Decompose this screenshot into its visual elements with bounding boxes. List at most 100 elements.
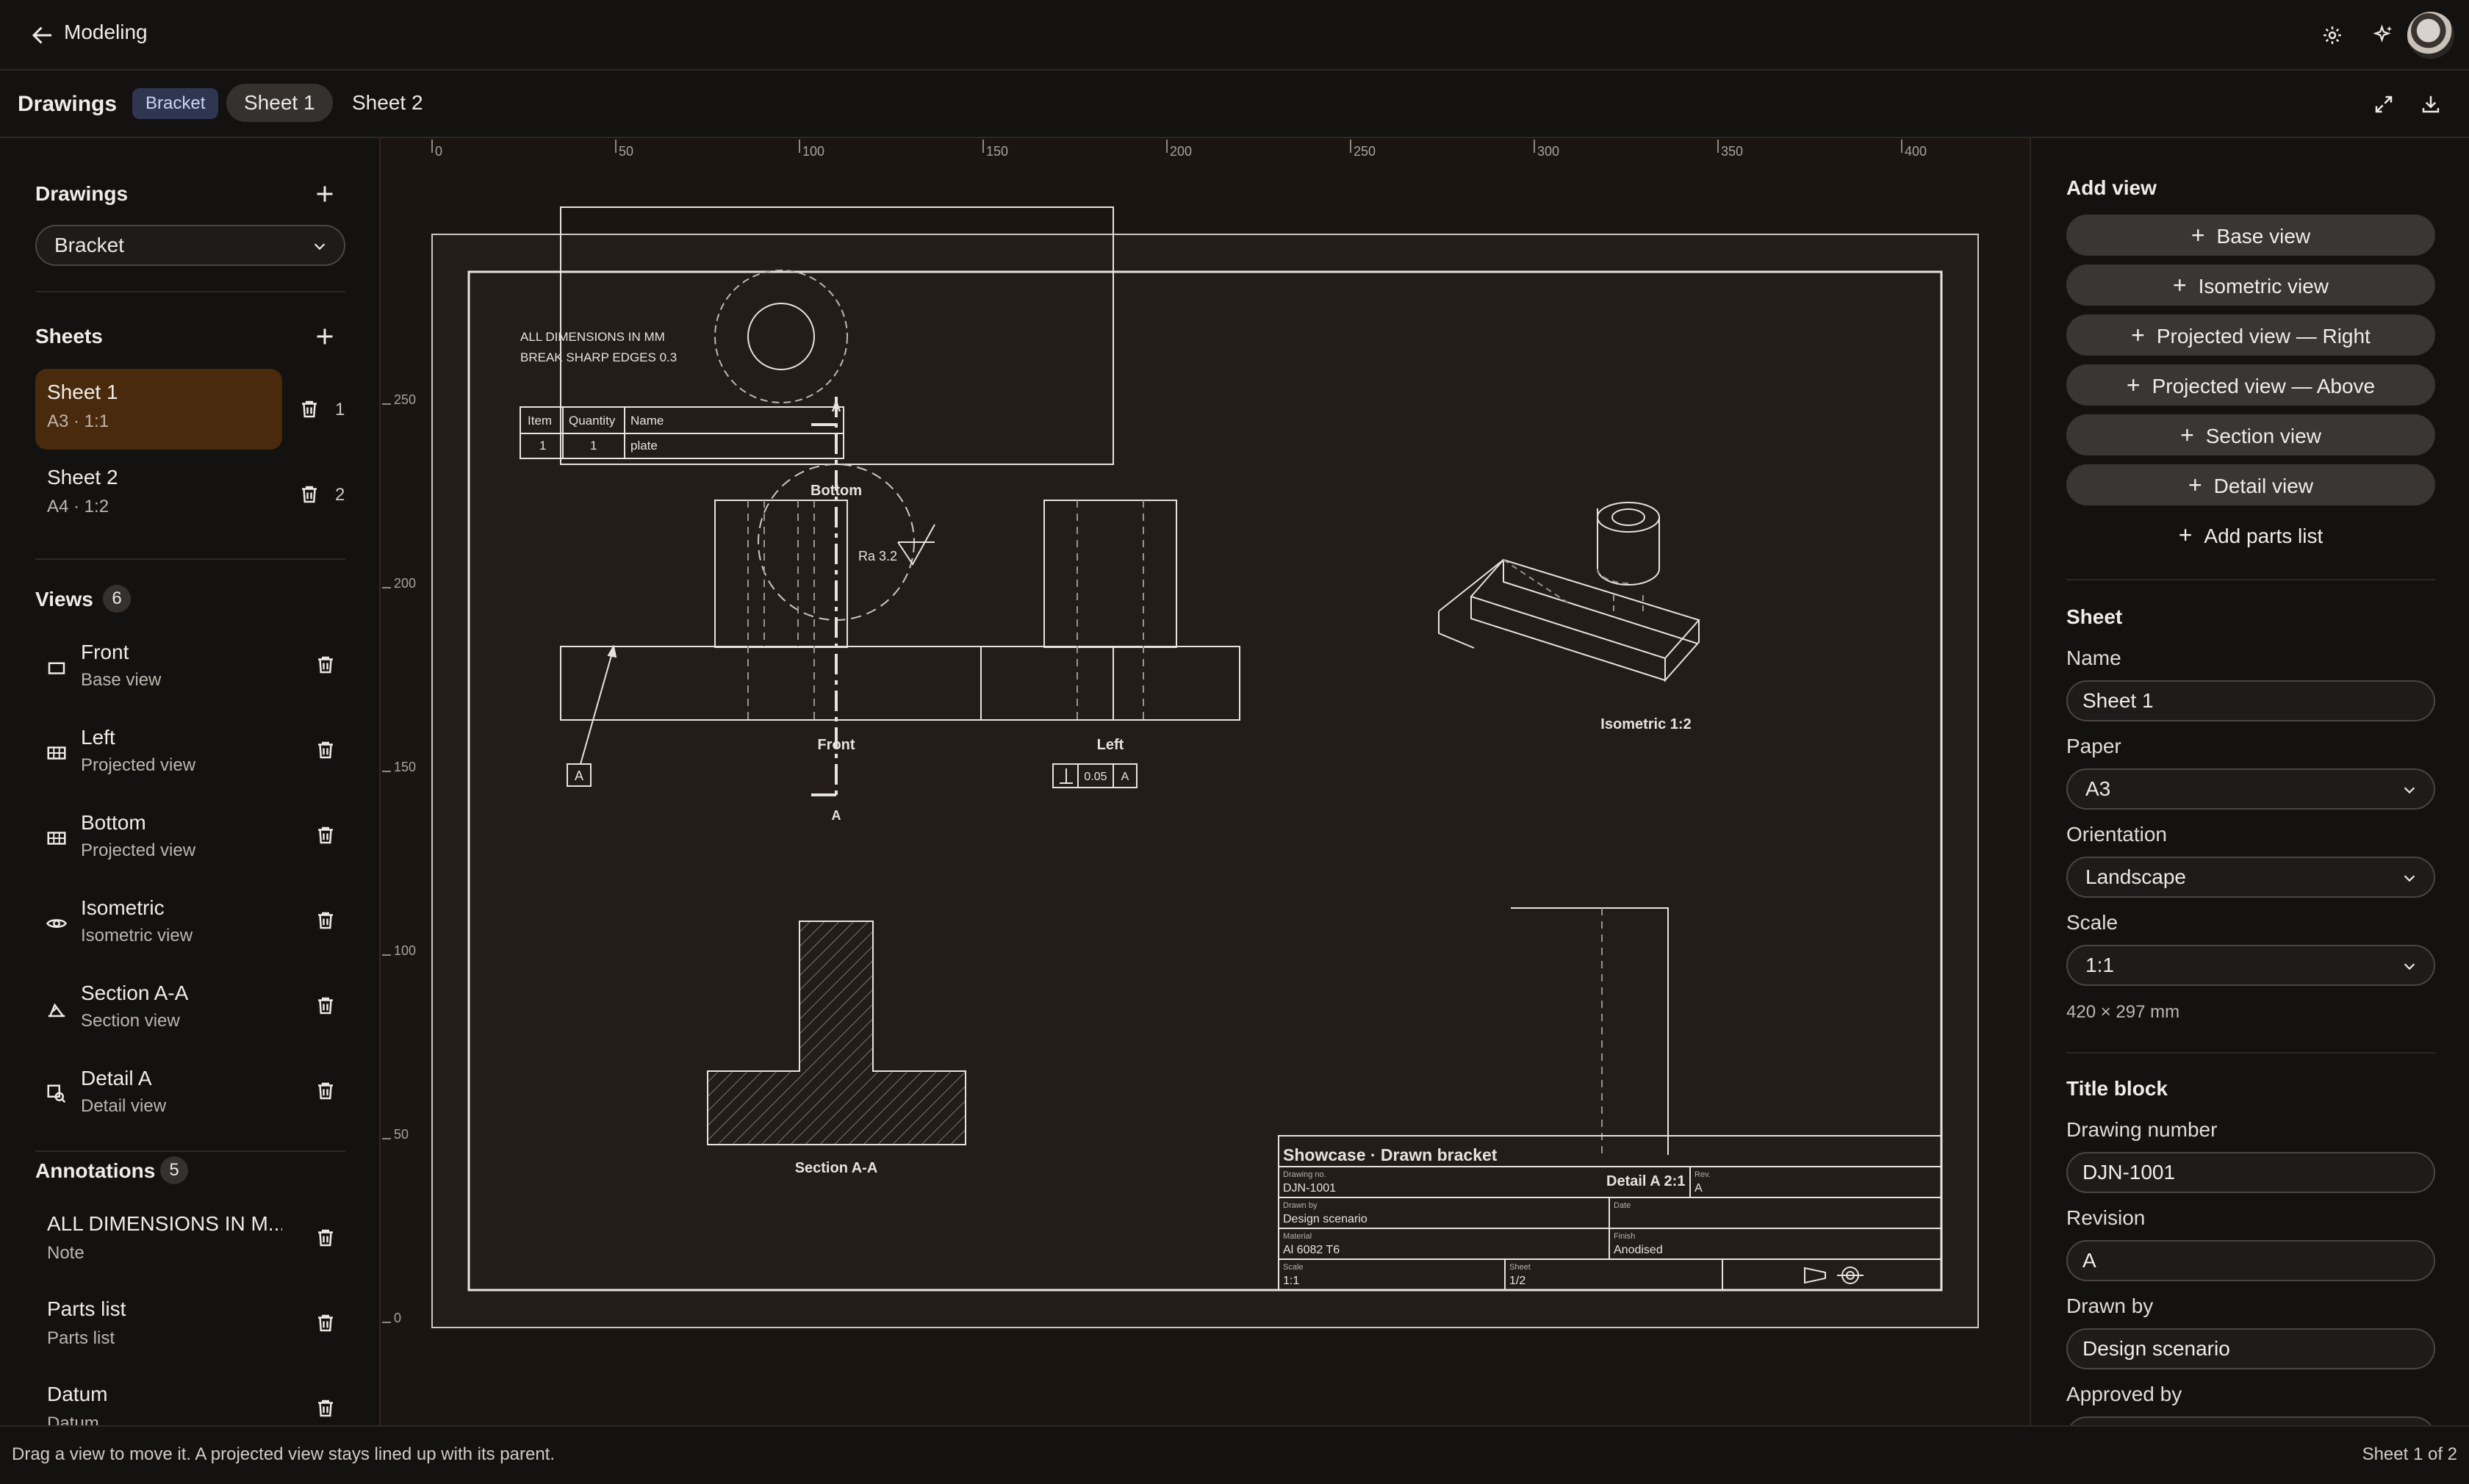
plus-icon: + xyxy=(2191,222,2205,248)
divider xyxy=(2066,579,2435,580)
ai-sparkle-icon[interactable] xyxy=(2369,21,2398,50)
delete-annotation-trash-icon[interactable] xyxy=(315,1397,337,1419)
drawings-section-title: Drawings xyxy=(35,182,129,205)
add-drawing-plus-icon[interactable] xyxy=(312,181,338,207)
view-type: Projected view xyxy=(81,840,196,860)
divider xyxy=(2066,1052,2435,1053)
sheet-item-1[interactable]: Sheet 1 A3 · 1:1 xyxy=(35,369,282,450)
user-avatar[interactable] xyxy=(2407,12,2454,59)
add-projected-right-button[interactable]: + Projected view — Right xyxy=(2066,314,2435,356)
general-note-line: BREAK SHARP EDGES 0.3 xyxy=(520,350,677,364)
status-page-indicator: Sheet 1 of 2 xyxy=(2362,1444,2457,1464)
annotation-item-note[interactable]: ALL DIMENSIONS IN M... Note xyxy=(35,1208,344,1289)
title-block-scale: 1:1 xyxy=(1283,1275,1299,1287)
sheet-name-input[interactable]: Sheet 1 xyxy=(2066,680,2435,721)
add-projected-above-button[interactable]: + Projected view — Above xyxy=(2066,364,2435,406)
view-item-left[interactable]: Left Projected view xyxy=(35,720,344,796)
delete-sheet-trash-icon[interactable] xyxy=(298,398,320,420)
view-item-detail-a[interactable]: Detail A Detail view xyxy=(35,1061,344,1137)
view-item-isometric[interactable]: Isometric Isometric view xyxy=(35,890,344,967)
drawing-select[interactable]: Bracket xyxy=(35,225,345,266)
ruler-x-label: 300 xyxy=(1537,144,1559,159)
add-section-view-button[interactable]: + Section view xyxy=(2066,414,2435,455)
breadcrumb-drawings[interactable]: Drawings xyxy=(18,92,117,117)
add-sheet-plus-icon[interactable] xyxy=(312,323,338,350)
title-block-detail-label: Detail A 2:1 xyxy=(1606,1173,1685,1189)
divider xyxy=(35,291,345,292)
orientation-select[interactable]: Landscape xyxy=(2066,857,2435,898)
button-label: Projected view — Right xyxy=(2156,325,2371,347)
annotation-item-parts-list[interactable]: Parts list Parts list xyxy=(35,1293,344,1374)
delete-annotation-trash-icon[interactable] xyxy=(315,1312,337,1334)
scale-select[interactable]: 1:1 xyxy=(2066,945,2435,986)
approved-by-input[interactable] xyxy=(2066,1416,2435,1425)
annotation-name: Datum xyxy=(47,1383,108,1405)
add-isometric-view-button[interactable]: + Isometric view xyxy=(2066,264,2435,306)
ruler-x-label: 150 xyxy=(986,144,1008,159)
drawn-by-label: Drawn by xyxy=(2066,1294,2154,1317)
annotation-name: ALL DIMENSIONS IN M... xyxy=(47,1212,282,1235)
settings-gear-icon[interactable] xyxy=(2318,21,2347,50)
view-type: Projected view xyxy=(81,755,196,775)
plus-icon: + xyxy=(2126,372,2141,398)
plus-icon: + xyxy=(2131,322,2145,348)
ruler-y-label: 0 xyxy=(394,1311,401,1325)
parts-list-header: Name xyxy=(630,414,664,428)
orientation-select-value: Landscape xyxy=(2085,865,2187,888)
annotation-item-datum[interactable]: Datum Datum xyxy=(35,1378,344,1425)
drawn-by-input[interactable]: Design scenario xyxy=(2066,1328,2435,1369)
section-mark: A xyxy=(832,808,841,823)
parts-list-cell: plate xyxy=(630,439,658,453)
view-name: Front xyxy=(81,641,129,663)
delete-view-trash-icon[interactable] xyxy=(315,995,337,1017)
view-type: Section view xyxy=(81,1011,180,1031)
sheet-meta: A4 · 1:2 xyxy=(47,497,109,516)
detail-view-icon xyxy=(47,1084,66,1103)
revision-input[interactable]: A xyxy=(2066,1240,2435,1281)
view-item-front[interactable]: Front Base view xyxy=(35,635,344,711)
ruler-x-label: 100 xyxy=(802,144,824,159)
chevron-down-icon xyxy=(2404,963,2415,970)
delete-view-trash-icon[interactable] xyxy=(315,910,337,932)
delete-sheet-trash-icon[interactable] xyxy=(298,483,320,505)
download-icon[interactable] xyxy=(2416,90,2445,119)
delete-view-trash-icon[interactable] xyxy=(315,824,337,846)
ruler-x-label: 200 xyxy=(1170,144,1192,159)
add-detail-view-button[interactable]: + Detail view xyxy=(2066,464,2435,505)
chevron-down-icon xyxy=(2404,787,2415,794)
delete-view-trash-icon[interactable] xyxy=(315,739,337,761)
add-parts-list-button[interactable]: + Add parts list xyxy=(2066,514,2435,555)
status-hint: Drag a view to move it. A projected view… xyxy=(12,1444,556,1464)
tab-sheet-1[interactable]: Sheet 1 xyxy=(226,84,333,122)
annotation-type: Parts list xyxy=(47,1328,115,1348)
drawing-number-label: Drawing number xyxy=(2066,1118,2218,1141)
drawing-canvas[interactable]: 0 50 100 150 200 250 300 350 400 250 200… xyxy=(381,138,2030,1425)
delete-view-trash-icon[interactable] xyxy=(315,654,337,676)
drawing-badge: Bracket xyxy=(132,88,219,119)
scale-label: Scale xyxy=(2066,911,2118,934)
view-type: Detail view xyxy=(81,1096,167,1116)
fullscreen-icon[interactable] xyxy=(2369,90,2398,119)
ruler-x-label: 400 xyxy=(1905,144,1927,159)
view-item-bottom[interactable]: Bottom Projected view xyxy=(35,805,344,882)
add-base-view-button[interactable]: + Base view xyxy=(2066,215,2435,256)
title-block-field-label: Finish xyxy=(1614,1232,1635,1241)
button-label: Detail view xyxy=(2213,475,2314,497)
annotation-name: Parts list xyxy=(47,1297,126,1320)
divider xyxy=(35,558,345,560)
drawing-number-input[interactable]: DJN-1001 xyxy=(2066,1152,2435,1193)
title-block-finish: Anodised xyxy=(1614,1244,1663,1256)
section-view-icon xyxy=(48,1003,65,1017)
title-block-field-label: Scale xyxy=(1283,1263,1304,1272)
tab-sheet-2[interactable]: Sheet 2 xyxy=(334,84,441,122)
right-panel: Add view + Base view + Isometric view + Pro… xyxy=(2030,138,2469,1425)
delete-view-trash-icon[interactable] xyxy=(315,1080,337,1102)
title-block-drawn-by: Design scenario xyxy=(1283,1213,1368,1225)
back-arrow-icon[interactable] xyxy=(29,22,56,48)
view-item-section-a-a[interactable]: Section A-A Section view xyxy=(35,976,344,1052)
paper-select[interactable]: A3 xyxy=(2066,768,2435,810)
sheet-item-2[interactable]: Sheet 2 A4 · 1:2 xyxy=(35,454,282,535)
view-type: Base view xyxy=(81,670,162,690)
orientation-label: Orientation xyxy=(2066,823,2167,846)
delete-annotation-trash-icon[interactable] xyxy=(315,1227,337,1249)
